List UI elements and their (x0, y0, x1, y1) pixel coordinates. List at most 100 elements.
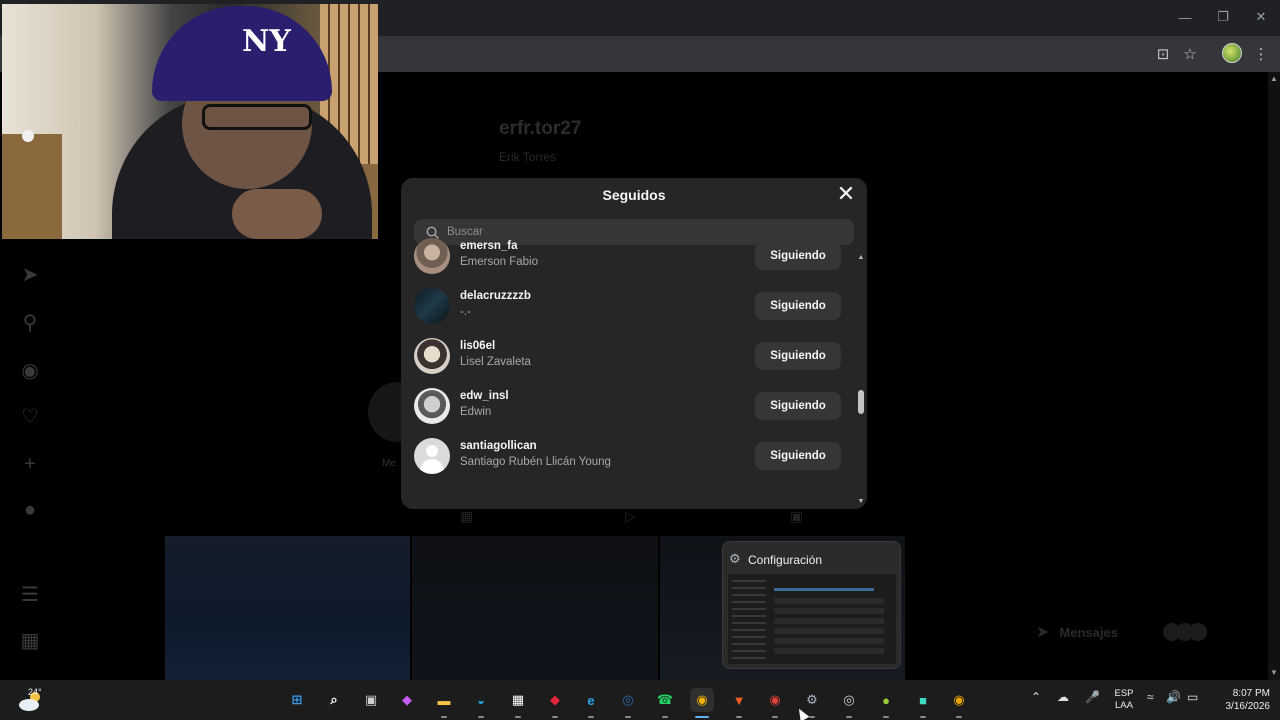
running-indicator (625, 716, 631, 718)
running-indicator (920, 716, 926, 718)
microphone-icon[interactable]: 🎤 (1085, 690, 1100, 704)
taskbar-whatsapp-icon[interactable]: ☎ (653, 688, 677, 712)
username[interactable]: delacruzzzzb (460, 290, 531, 302)
onedrive-cloud-icon[interactable]: ☁ (1057, 690, 1069, 704)
scroll-up-arrow-icon[interactable]: ▲ (1270, 74, 1278, 83)
following-button[interactable]: Siguiendo (755, 242, 841, 270)
running-indicator (441, 716, 447, 718)
close-window-button[interactable]: ✕ (1242, 0, 1280, 34)
taskbar-chrome-2-icon[interactable]: ◉ (763, 688, 787, 712)
restore-button[interactable]: ❐ (1204, 0, 1242, 34)
list-item[interactable]: santiagollican Santiago Rubén Llicán You… (414, 431, 844, 481)
taskbar-edge-icon[interactable]: ◒ (469, 688, 493, 712)
taskbar-start-icon[interactable]: ⊞ (285, 688, 309, 712)
direct-icon[interactable]: ➤ (18, 262, 42, 286)
username[interactable]: santiagollican (460, 440, 537, 452)
language-indicator[interactable]: ESP LAA (1114, 688, 1134, 712)
post-thumbnail[interactable] (165, 536, 411, 680)
taskbar-app-red-diamond-icon[interactable]: ◆ (543, 688, 567, 712)
full-name: Emerson Fabio (460, 256, 538, 268)
taskbar-copilot-icon[interactable]: ◆ (395, 688, 419, 712)
scroll-down-arrow-icon[interactable]: ▼ (857, 498, 865, 505)
menu-icon[interactable]: ☰ (18, 582, 42, 606)
taskbar-app-obs-like-icon[interactable]: ◎ (837, 688, 861, 712)
gear-icon: ⚙ (729, 551, 741, 566)
profile-username: erfr.tor27 (499, 118, 582, 139)
following-button[interactable]: Siguiendo (755, 442, 841, 470)
post-thumbnail[interactable] (412, 536, 658, 680)
clock-date: 3/16/2026 (1225, 701, 1271, 712)
preview-thumbnail[interactable] (728, 574, 896, 664)
running-indicator (478, 716, 484, 718)
webcam-overlay: NY (2, 4, 378, 239)
reels-icon[interactable]: ▷ (625, 508, 645, 528)
scroll-up-arrow-icon[interactable]: ▲ (857, 254, 865, 261)
scrollbar-thumb[interactable] (858, 390, 864, 414)
taskbar-file-explorer-icon[interactable]: ▬ (432, 688, 456, 712)
running-indicator (809, 716, 815, 718)
modal-scrollbar[interactable]: ▲ ▼ (857, 254, 865, 506)
install-app-icon[interactable]: ⊡ (1153, 44, 1173, 64)
list-item[interactable]: lis06el Lisel Zavaleta Siguiendo (414, 331, 844, 381)
tagged-icon[interactable]: ▣ (790, 508, 810, 528)
page-scrollbar[interactable] (1268, 72, 1280, 680)
taskbar-app-green-globe-icon[interactable]: ● (874, 688, 898, 712)
taskbar-microsoft-store-icon[interactable]: ▦ (506, 688, 530, 712)
explore-icon[interactable]: ◉ (18, 358, 42, 382)
following-modal: Seguidos ✕ emersn_fa Emerson Fabio Sigui… (401, 178, 867, 509)
username[interactable]: edw_insl (460, 390, 509, 402)
username[interactable]: lis06el (460, 340, 495, 352)
create-icon[interactable]: + (18, 452, 42, 476)
posts-grid-icon[interactable]: ▦ (460, 508, 480, 528)
taskbar-app-ie-like-icon[interactable]: e (579, 688, 603, 712)
scroll-down-arrow-icon[interactable]: ▼ (1270, 668, 1278, 677)
minimize-button[interactable]: — (1166, 0, 1204, 34)
taskbar-brave-icon[interactable]: ▼ (727, 688, 751, 712)
default-avatar-icon[interactable] (414, 438, 450, 474)
full-name: Santiago Rubén Llicán Young (460, 456, 611, 468)
full-name: -.- (460, 306, 471, 318)
messages-button[interactable]: ➤ Mensajes (1036, 615, 1236, 649)
story-highlight-label: Me (382, 458, 396, 469)
wifi-icon[interactable]: ≈ (1147, 690, 1154, 704)
list-item[interactable]: emersn_fa Emerson Fabio Siguiendo (414, 231, 844, 281)
taskbar-preview-settings[interactable]: ⚙ Configuración (722, 541, 901, 669)
chevron-up-icon[interactable]: ⌃ (1031, 690, 1041, 704)
apps-icon[interactable]: ▦ (18, 628, 42, 652)
profile-icon[interactable]: ● (18, 498, 42, 522)
taskbar-steam-icon[interactable]: ◎ (616, 688, 640, 712)
volume-icon[interactable]: 🔊 (1166, 690, 1181, 704)
avatar[interactable] (414, 388, 450, 424)
following-button[interactable]: Siguiendo (755, 392, 841, 420)
battery-icon[interactable]: ▭ (1187, 690, 1198, 704)
language-code: ESP (1114, 688, 1134, 699)
list-item[interactable]: edw_insl Edwin Siguiendo (414, 381, 844, 431)
avatar[interactable] (414, 288, 450, 324)
following-list: emersn_fa Emerson Fabio Siguiendo delacr… (401, 238, 867, 509)
taskbar-chrome-active-icon[interactable]: ◉ (690, 688, 714, 712)
avatar[interactable] (414, 238, 450, 274)
bookmark-star-icon[interactable]: ☆ (1180, 44, 1200, 64)
messages-avatars (1162, 623, 1207, 641)
following-button[interactable]: Siguiendo (755, 342, 841, 370)
cap-logo: NY (242, 24, 291, 59)
taskbar-chrome-3-icon[interactable]: ◉ (947, 688, 971, 712)
clock-time: 8:07 PM (1232, 688, 1270, 699)
more-menu-icon[interactable]: ⋮ (1251, 44, 1271, 64)
profile-avatar[interactable] (1222, 43, 1242, 63)
following-button[interactable]: Siguiendo (755, 292, 841, 320)
modal-title: Seguidos (602, 187, 666, 203)
taskbar-search-icon[interactable]: ⌕ (322, 688, 346, 712)
running-indicator (736, 716, 742, 718)
system-clock[interactable]: 8:07 PM 3/16/2026 (1214, 687, 1271, 713)
weather-temperature: 24° (28, 687, 42, 697)
close-icon[interactable]: ✕ (836, 183, 856, 205)
search-icon[interactable]: ⚲ (18, 310, 42, 334)
list-item[interactable]: delacruzzzzb -.- Siguiendo (414, 281, 844, 331)
username[interactable]: emersn_fa (460, 240, 518, 252)
heart-icon[interactable]: ♡ (18, 404, 42, 428)
taskbar-app-discord-like-icon[interactable]: ■ (911, 688, 935, 712)
avatar[interactable] (414, 338, 450, 374)
running-indicator (695, 716, 709, 718)
taskbar-task-view-icon[interactable]: ▣ (359, 688, 383, 712)
